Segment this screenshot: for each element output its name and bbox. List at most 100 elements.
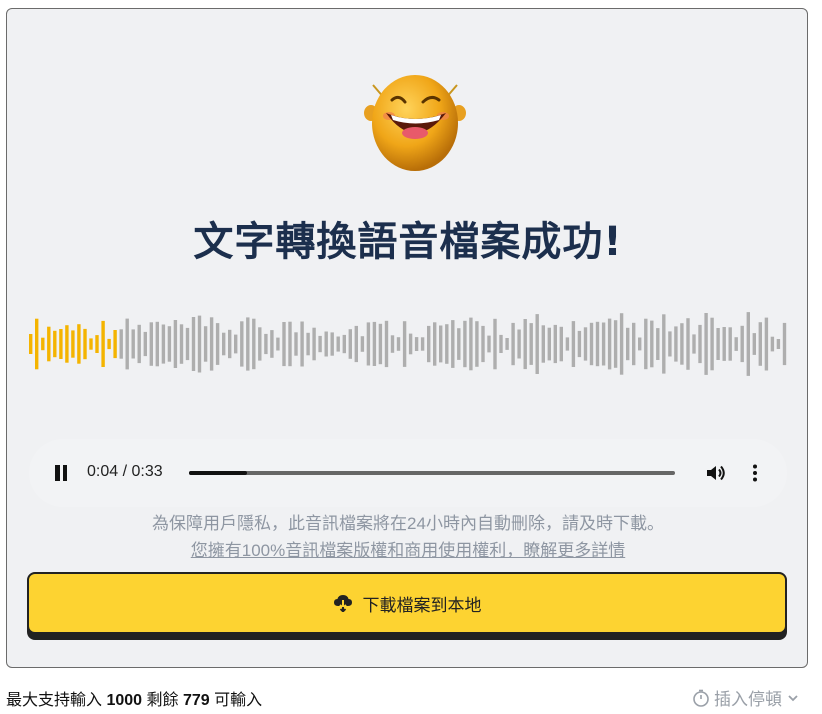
waveform-bar (53, 330, 57, 358)
waveform-bar (101, 320, 105, 367)
waveform-bar (511, 322, 515, 366)
char-count-suffix: 可輸入 (214, 692, 263, 709)
waveform-bar (348, 329, 352, 359)
waveform-bar (336, 336, 340, 352)
waveform-bar (396, 337, 401, 351)
waveform-bar (312, 327, 316, 361)
waveform-bar (427, 325, 431, 363)
waveform-bar (710, 317, 714, 371)
waveform-bar (433, 322, 437, 366)
waveform-bar (758, 322, 762, 366)
waveform-bar (565, 337, 570, 351)
waveform-bar (613, 320, 618, 368)
char-count-prefix: 最大支持輸入 (6, 692, 103, 709)
waveform-bar (41, 337, 45, 351)
waveform-bar (493, 318, 497, 370)
waveform-bar (722, 327, 726, 361)
audio-player: 0:04 / 0:33 (29, 439, 787, 507)
rights-link[interactable]: 您擁有100%音訊檔案版權和商用使用權利，瞭解更多詳情 (7, 536, 809, 561)
waveform-bar (89, 338, 93, 350)
waveform-bar (29, 334, 33, 354)
waveform-bar (246, 317, 250, 371)
waveform-bar (354, 325, 358, 363)
waveform-bar (71, 330, 75, 358)
waveform-bar (215, 323, 220, 365)
waveform-bar (740, 325, 744, 363)
waveform-bar (402, 321, 407, 367)
waveform-bar (469, 317, 473, 371)
time-separator: / (118, 463, 132, 480)
waveform-bar (553, 324, 557, 364)
more-vertical-icon[interactable] (751, 463, 759, 483)
insert-pause-button[interactable]: 插入停頓 (688, 685, 804, 710)
waveform-bar (203, 326, 208, 362)
waveform-bar (240, 321, 244, 367)
waveform-bar (155, 321, 159, 367)
waveform-bar (179, 324, 184, 364)
waveform-bar (589, 322, 594, 366)
waveform-bar (523, 319, 527, 370)
cloud-download-icon (333, 595, 352, 612)
waveform-bar (372, 321, 377, 366)
waveform-bar (457, 328, 461, 360)
waveform-bar (324, 331, 328, 357)
waveform-bar (414, 337, 419, 351)
waveform-bar (131, 329, 135, 359)
chevron-down-icon (788, 694, 798, 701)
waveform-bar (499, 334, 503, 353)
waveform-bar (342, 334, 346, 354)
waveform-bar (475, 321, 479, 367)
waveform-bar (258, 327, 262, 361)
waveform-bar (222, 332, 226, 356)
waveform-bar (439, 325, 443, 363)
waveform-bar (764, 317, 769, 371)
waveform-bar (595, 321, 600, 367)
waveform-bar (463, 320, 467, 368)
waveform-bar (185, 327, 190, 361)
waveform-bar (698, 324, 702, 364)
waveform-bar (704, 313, 708, 375)
waveform-bar (318, 335, 322, 353)
waveform-bar (125, 318, 129, 370)
waveform-bar (728, 327, 732, 361)
volume-icon[interactable] (705, 463, 727, 483)
waveform-bar (270, 330, 274, 358)
waveform-bar (276, 337, 280, 351)
waveform-bar (209, 317, 214, 371)
seek-bar[interactable] (189, 471, 675, 475)
waveform-bar (619, 313, 624, 375)
page-title: 文字轉換語音檔案成功! (193, 219, 623, 265)
waveform-bar (577, 330, 582, 358)
waveform-bar (776, 339, 781, 349)
waveform-bar (47, 326, 51, 362)
waveform-bar (674, 326, 678, 362)
audio-waveform[interactable] (29, 309, 789, 379)
waveform-bar (770, 336, 775, 352)
waveform-bar (197, 315, 202, 373)
waveform-bar (541, 325, 545, 363)
waveform-bar (113, 330, 117, 359)
waveform-bar (83, 328, 87, 360)
waveform-bar (234, 334, 238, 354)
waveform-bar (137, 324, 141, 364)
waveform-bar (143, 331, 147, 357)
download-button[interactable]: 下載檔案到本地 (27, 572, 787, 634)
duration: 0:33 (131, 463, 163, 480)
waveform-bar (366, 322, 371, 366)
timer-icon (693, 689, 709, 707)
waveform-bar (228, 329, 232, 359)
pause-icon[interactable] (53, 465, 69, 481)
waveform-bar (300, 321, 304, 367)
waveform-bar (686, 318, 690, 370)
waveform-bar (65, 325, 69, 363)
download-button-label: 下載檔案到本地 (362, 595, 482, 615)
waveform-bar (571, 321, 576, 367)
waveform-bar (481, 325, 485, 363)
waveform-bar (746, 312, 750, 376)
waveform-bar (294, 332, 298, 356)
waveform-bar (662, 314, 666, 374)
waveform-bar (390, 335, 395, 353)
waveform-bar (692, 334, 696, 354)
waveform-bar (384, 320, 389, 368)
waveform-bar (288, 321, 292, 367)
